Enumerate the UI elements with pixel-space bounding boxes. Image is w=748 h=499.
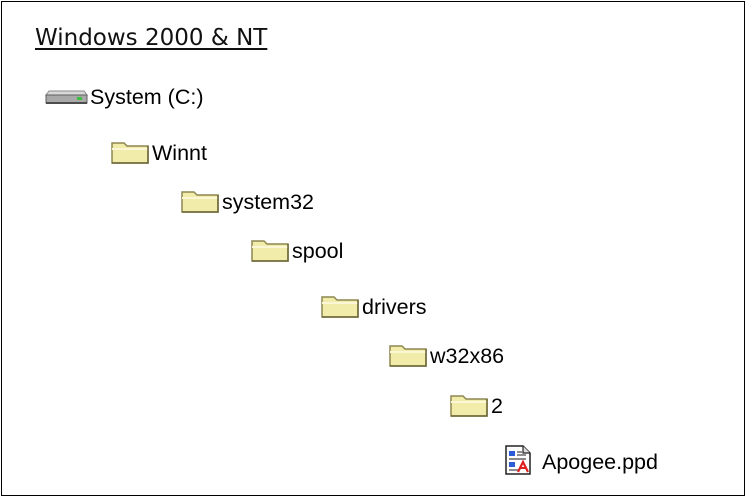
folder-icon — [387, 340, 429, 373]
tree-item-winnt[interactable]: Winnt — [109, 136, 207, 170]
tree-item-label: system32 — [222, 190, 315, 214]
tree-item-label: w32x86 — [430, 344, 505, 368]
tree-item-2[interactable]: 2 — [448, 389, 503, 423]
hard-drive-icon — [40, 83, 88, 112]
folder-icon — [179, 186, 221, 219]
tree-item-label: Winnt — [152, 141, 207, 165]
tree-item-system32[interactable]: system32 — [179, 185, 314, 219]
folder-icon — [448, 390, 490, 423]
windows-path-panel: Windows 2000 & NT System (C:) Winnt syst… — [1, 1, 745, 496]
panel-heading: Windows 2000 & NT — [35, 25, 268, 51]
tree-item-label: System (C:) — [90, 85, 204, 109]
tree-item-spool[interactable]: spool — [249, 234, 343, 268]
tree-item-label: spool — [292, 239, 344, 263]
tree-item-system-drive[interactable]: System (C:) — [40, 80, 203, 114]
tree-item-label: 2 — [491, 394, 503, 418]
tree-item-apogee-ppd[interactable]: Apogee.ppd — [502, 444, 658, 481]
folder-icon — [249, 235, 291, 268]
ppd-file-icon — [502, 444, 534, 481]
tree-item-w32x86[interactable]: w32x86 — [387, 339, 504, 373]
tree-item-drivers[interactable]: drivers — [319, 290, 427, 324]
tree-item-label: Apogee.ppd — [542, 450, 658, 474]
tree-item-label: drivers — [362, 295, 427, 319]
folder-icon — [109, 137, 151, 170]
folder-icon — [319, 291, 361, 324]
